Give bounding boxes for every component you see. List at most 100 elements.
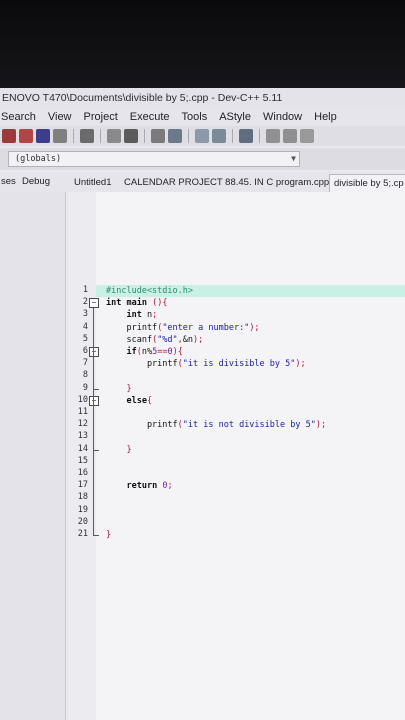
- line-number: 17: [77, 480, 88, 491]
- code-token: &n: [182, 334, 194, 345]
- line-number: 4: [82, 321, 88, 332]
- code-line: else{: [106, 395, 152, 407]
- chevron-down-icon: ▼: [291, 154, 296, 163]
- toolbar-separator: [100, 129, 101, 143]
- code-token: n: [141, 310, 153, 321]
- menu-tools[interactable]: Tools: [176, 108, 214, 126]
- code-token: printf: [106, 322, 158, 333]
- code-token: "enter a number:": [162, 322, 250, 333]
- code-line: int main (){: [106, 297, 167, 309]
- toolbar-button-icon[interactable]: [36, 129, 50, 143]
- line-number: 9: [82, 382, 88, 393]
- line-number: 12: [77, 419, 88, 430]
- toolbar-button-icon[interactable]: [19, 129, 33, 143]
- line-number: 14: [77, 443, 88, 454]
- code-token: printf: [106, 359, 178, 370]
- toolbar-button-icon[interactable]: [151, 129, 165, 143]
- line-number: 1: [82, 285, 88, 295]
- code-line: }: [106, 444, 131, 456]
- code-token: ==: [157, 347, 168, 357]
- code-token: scanf: [106, 334, 153, 345]
- menu-project[interactable]: Project: [78, 108, 124, 126]
- tab-calendar-project[interactable]: CALENDAR PROJECT 88.45. IN C program.cpp: [124, 177, 329, 188]
- code-line: printf("it is not divisible by 5");: [106, 419, 326, 431]
- toolbar-button-icon[interactable]: [107, 129, 121, 143]
- toolbar-button-icon[interactable]: [300, 129, 314, 143]
- code-token: );: [249, 322, 260, 333]
- toolbar-button-icon[interactable]: [124, 129, 138, 143]
- code-token: "it is not divisible by 5": [182, 420, 316, 431]
- toolbar-separator: [188, 129, 189, 143]
- menu-astyle[interactable]: AStyle: [213, 108, 257, 126]
- code-token: else: [126, 395, 147, 406]
- toolbar-separator: [144, 129, 145, 143]
- toolbar-button-icon[interactable]: [283, 129, 297, 143]
- toolbar-button-icon[interactable]: [53, 129, 67, 143]
- fold-guide-end: [93, 388, 99, 390]
- line-number: 20: [77, 516, 88, 527]
- code-token: ){: [172, 347, 183, 357]
- code-line: return 0;: [106, 480, 172, 492]
- code-token: printf: [106, 420, 178, 431]
- code-line: }: [106, 383, 132, 395]
- code-token: );: [295, 359, 306, 370]
- code-token: main: [126, 298, 147, 309]
- code-token: }: [126, 383, 132, 394]
- line-number: 2: [82, 297, 88, 308]
- toolbar-button-icon[interactable]: [2, 129, 16, 143]
- menu-view[interactable]: View: [42, 108, 78, 126]
- tab-debug[interactable]: Debug: [22, 176, 50, 187]
- line-number: 18: [77, 492, 88, 503]
- line-number: 3: [82, 309, 88, 320]
- toolbar: [0, 126, 405, 146]
- code-line: int n;: [106, 309, 157, 321]
- toolbar-button-icon[interactable]: [195, 129, 209, 143]
- line-number: 15: [77, 455, 88, 466]
- tab-untitled1[interactable]: Untitled1: [74, 177, 112, 188]
- fold-guide-end: [93, 535, 99, 536]
- dev-cpp-window: ENOVO T470\Documents\divisible by 5;.cpp…: [0, 88, 405, 720]
- code-token: );: [315, 420, 327, 431]
- code-line: #include<stdio.h>: [106, 285, 193, 297]
- code-line: }: [106, 529, 111, 541]
- menu-search[interactable]: Search: [0, 108, 42, 126]
- fold-toggle-icon[interactable]: −: [89, 395, 99, 406]
- line-number: 19: [77, 504, 88, 515]
- tab-classes[interactable]: ses: [1, 176, 16, 187]
- code-token: int: [106, 298, 122, 309]
- line-number: 6: [82, 346, 88, 356]
- code-token: #include<stdio.h>: [106, 286, 193, 296]
- code-token: (){: [152, 298, 168, 309]
- code-token: n%: [141, 347, 153, 357]
- menu-window[interactable]: Window: [257, 108, 308, 126]
- code-token: }: [106, 530, 112, 540]
- toolbar-separator: [73, 129, 74, 143]
- menu-bar: Search View Project Execute Tools AStyle…: [0, 108, 405, 126]
- tab-row: ses Debug Untitled1 CALENDAR PROJECT 88.…: [0, 172, 405, 192]
- toolbar-button-icon[interactable]: [168, 129, 182, 143]
- code-token: int: [126, 310, 142, 321]
- toolbar-separator: [259, 129, 260, 143]
- fold-toggle-icon[interactable]: −: [89, 347, 99, 357]
- scope-dropdown[interactable]: (globals) ▼: [8, 151, 300, 167]
- code-token: "it is divisible by 5": [182, 359, 296, 370]
- line-number: 7: [82, 358, 88, 369]
- toolbar-button-icon[interactable]: [212, 129, 226, 143]
- menu-execute[interactable]: Execute: [124, 108, 176, 126]
- window-title: ENOVO T470\Documents\divisible by 5;.cpp…: [0, 88, 405, 108]
- menu-help[interactable]: Help: [308, 108, 343, 126]
- fold-guide-end: [93, 449, 99, 451]
- toolbar-button-icon[interactable]: [80, 129, 94, 143]
- fold-toggle-icon[interactable]: −: [89, 298, 99, 309]
- code-token: {: [146, 395, 153, 406]
- toolbar-button-icon[interactable]: [239, 129, 253, 143]
- code-editor[interactable]: 12−3456−78910−1112131415161718192021 #in…: [68, 192, 405, 720]
- toolbar-button-icon[interactable]: [266, 129, 280, 143]
- line-number: 11: [77, 407, 88, 417]
- tab-divisible-by-5[interactable]: divisible by 5;.cp: [329, 174, 405, 192]
